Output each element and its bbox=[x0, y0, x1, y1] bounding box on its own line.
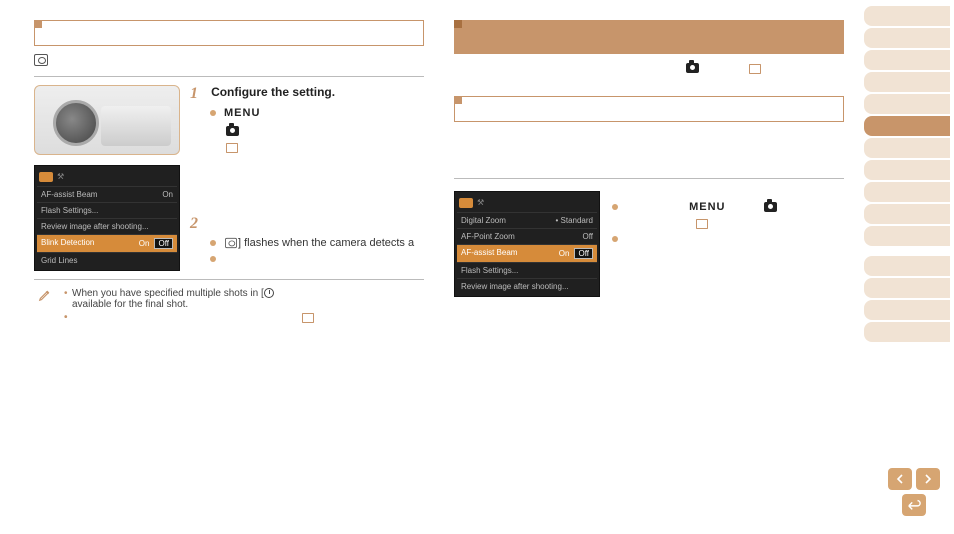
menu-tab-camera-icon bbox=[39, 172, 53, 182]
notes-block: When you have specified multiple shots i… bbox=[34, 288, 424, 323]
step1-icons-row bbox=[208, 123, 424, 155]
menu-opt-on: On bbox=[556, 249, 573, 258]
note-text-1a: When you have specified multiple shots i… bbox=[72, 288, 264, 299]
menu-label: MENU bbox=[224, 107, 260, 119]
sidebar-item[interactable] bbox=[864, 50, 950, 70]
sidebar-item[interactable] bbox=[864, 300, 950, 320]
right-section-header-main bbox=[454, 20, 844, 54]
camera-menu-screenshot-left: ⚒ AF-assist Beam On Flash Settings... Rev… bbox=[34, 165, 180, 271]
divider bbox=[34, 76, 424, 77]
sidebar-item[interactable] bbox=[864, 138, 950, 158]
menu-opt-on: On bbox=[136, 239, 153, 248]
divider bbox=[454, 178, 844, 179]
right-column: ⚒ Digital Zoom • Standard AF-Point Zoom Of… bbox=[454, 20, 844, 297]
sidebar-item-active[interactable] bbox=[864, 116, 950, 136]
pencil-icon bbox=[38, 288, 52, 302]
menu-row-label: Flash Settings... bbox=[41, 206, 98, 215]
prev-page-button[interactable] bbox=[888, 468, 912, 490]
right-section-header-sub bbox=[454, 96, 844, 122]
menu-tab-wrench-icon: ⚒ bbox=[57, 172, 69, 182]
camera-tab-icon bbox=[764, 202, 777, 212]
step-number-1: 1 bbox=[190, 85, 208, 103]
menu-label: MENU bbox=[689, 201, 725, 213]
menu-row-label-selected: Blink Detection bbox=[41, 238, 94, 249]
right-bullet-menu: MENU bbox=[610, 201, 844, 213]
divider bbox=[34, 279, 424, 280]
blink-detect-icon bbox=[34, 54, 48, 66]
menu-opt-off: Off bbox=[154, 238, 173, 249]
step-number-2: 2 bbox=[190, 215, 208, 233]
camera-menu-screenshot-right: ⚒ Digital Zoom • Standard AF-Point Zoom Of… bbox=[454, 191, 600, 297]
menu-row-label-selected: AF-assist Beam bbox=[461, 248, 517, 259]
sidebar-item[interactable] bbox=[864, 28, 950, 48]
timer-icon bbox=[264, 288, 274, 298]
menu-row-value: Off bbox=[582, 232, 593, 241]
step-title-1: Configure the setting. bbox=[211, 85, 335, 99]
menu-row-value: • Standard bbox=[556, 216, 594, 225]
right-step-text: MENU bbox=[610, 191, 844, 297]
sidebar-item[interactable] bbox=[864, 182, 950, 202]
sidebar-item[interactable] bbox=[864, 278, 950, 298]
step2-bullet-empty bbox=[208, 253, 424, 265]
sidebar-item[interactable] bbox=[864, 204, 950, 224]
nav-buttons bbox=[888, 468, 940, 520]
menu-row-label: Review image after shooting... bbox=[461, 282, 569, 291]
sidebar-item[interactable] bbox=[864, 160, 950, 180]
mode-icon-row bbox=[34, 54, 424, 68]
menu-tab-camera-icon bbox=[459, 198, 473, 208]
step1-bullet-menu: MENU bbox=[208, 107, 424, 119]
note-item-3 bbox=[64, 312, 424, 323]
book-reference-icon bbox=[749, 64, 761, 73]
left-section-header bbox=[34, 20, 424, 46]
camera-tab-icon bbox=[226, 126, 239, 136]
note-item-1: When you have specified multiple shots i… bbox=[64, 288, 424, 310]
menu-tab-wrench-icon: ⚒ bbox=[477, 198, 489, 208]
left-images-column: ⚒ AF-assist Beam On Flash Settings... Rev… bbox=[34, 85, 180, 271]
right-icon-row-1 bbox=[454, 62, 844, 76]
sidebar-item[interactable] bbox=[864, 256, 950, 276]
menu-opt-off: Off bbox=[574, 248, 593, 259]
left-column: ⚒ AF-assist Beam On Flash Settings... Rev… bbox=[34, 20, 424, 325]
sidebar-item[interactable] bbox=[864, 94, 950, 114]
right-bullet-empty bbox=[610, 233, 844, 245]
menu-row-label: AF-assist Beam bbox=[41, 190, 97, 199]
step-2: 2 ] flashes when the camera detects a bbox=[190, 215, 424, 265]
right-book-row bbox=[610, 217, 844, 229]
step2-bullet-detect: ] flashes when the camera detects a bbox=[208, 237, 424, 249]
sidebar-item[interactable] bbox=[864, 6, 950, 26]
menu-row-value: On bbox=[162, 190, 173, 199]
book-reference-icon bbox=[302, 313, 314, 322]
menu-row-label: Grid Lines bbox=[41, 256, 77, 265]
sidebar-item[interactable] bbox=[864, 72, 950, 92]
sidebar-item[interactable] bbox=[864, 226, 950, 246]
menu-row-label: AF-Point Zoom bbox=[461, 232, 515, 241]
menu-row-label: Flash Settings... bbox=[461, 266, 518, 275]
sidebar-tabs bbox=[864, 6, 950, 344]
note-text-1b: available for the final shot. bbox=[72, 299, 188, 310]
menu-row-label: Review image after shooting... bbox=[41, 222, 149, 231]
book-reference-icon bbox=[696, 219, 708, 228]
step-1: 1 Configure the setting. MENU bbox=[190, 85, 424, 155]
camera-tab-icon bbox=[686, 63, 699, 73]
step2-detect-text: ] flashes when the camera detects a bbox=[238, 237, 414, 249]
blink-icon-inline bbox=[225, 238, 237, 248]
sidebar-item[interactable] bbox=[864, 322, 950, 342]
menu-row-label: Digital Zoom bbox=[461, 216, 506, 225]
next-page-button[interactable] bbox=[916, 468, 940, 490]
book-reference-icon bbox=[226, 143, 238, 152]
camera-product-image bbox=[34, 85, 180, 155]
return-button[interactable] bbox=[902, 494, 926, 516]
